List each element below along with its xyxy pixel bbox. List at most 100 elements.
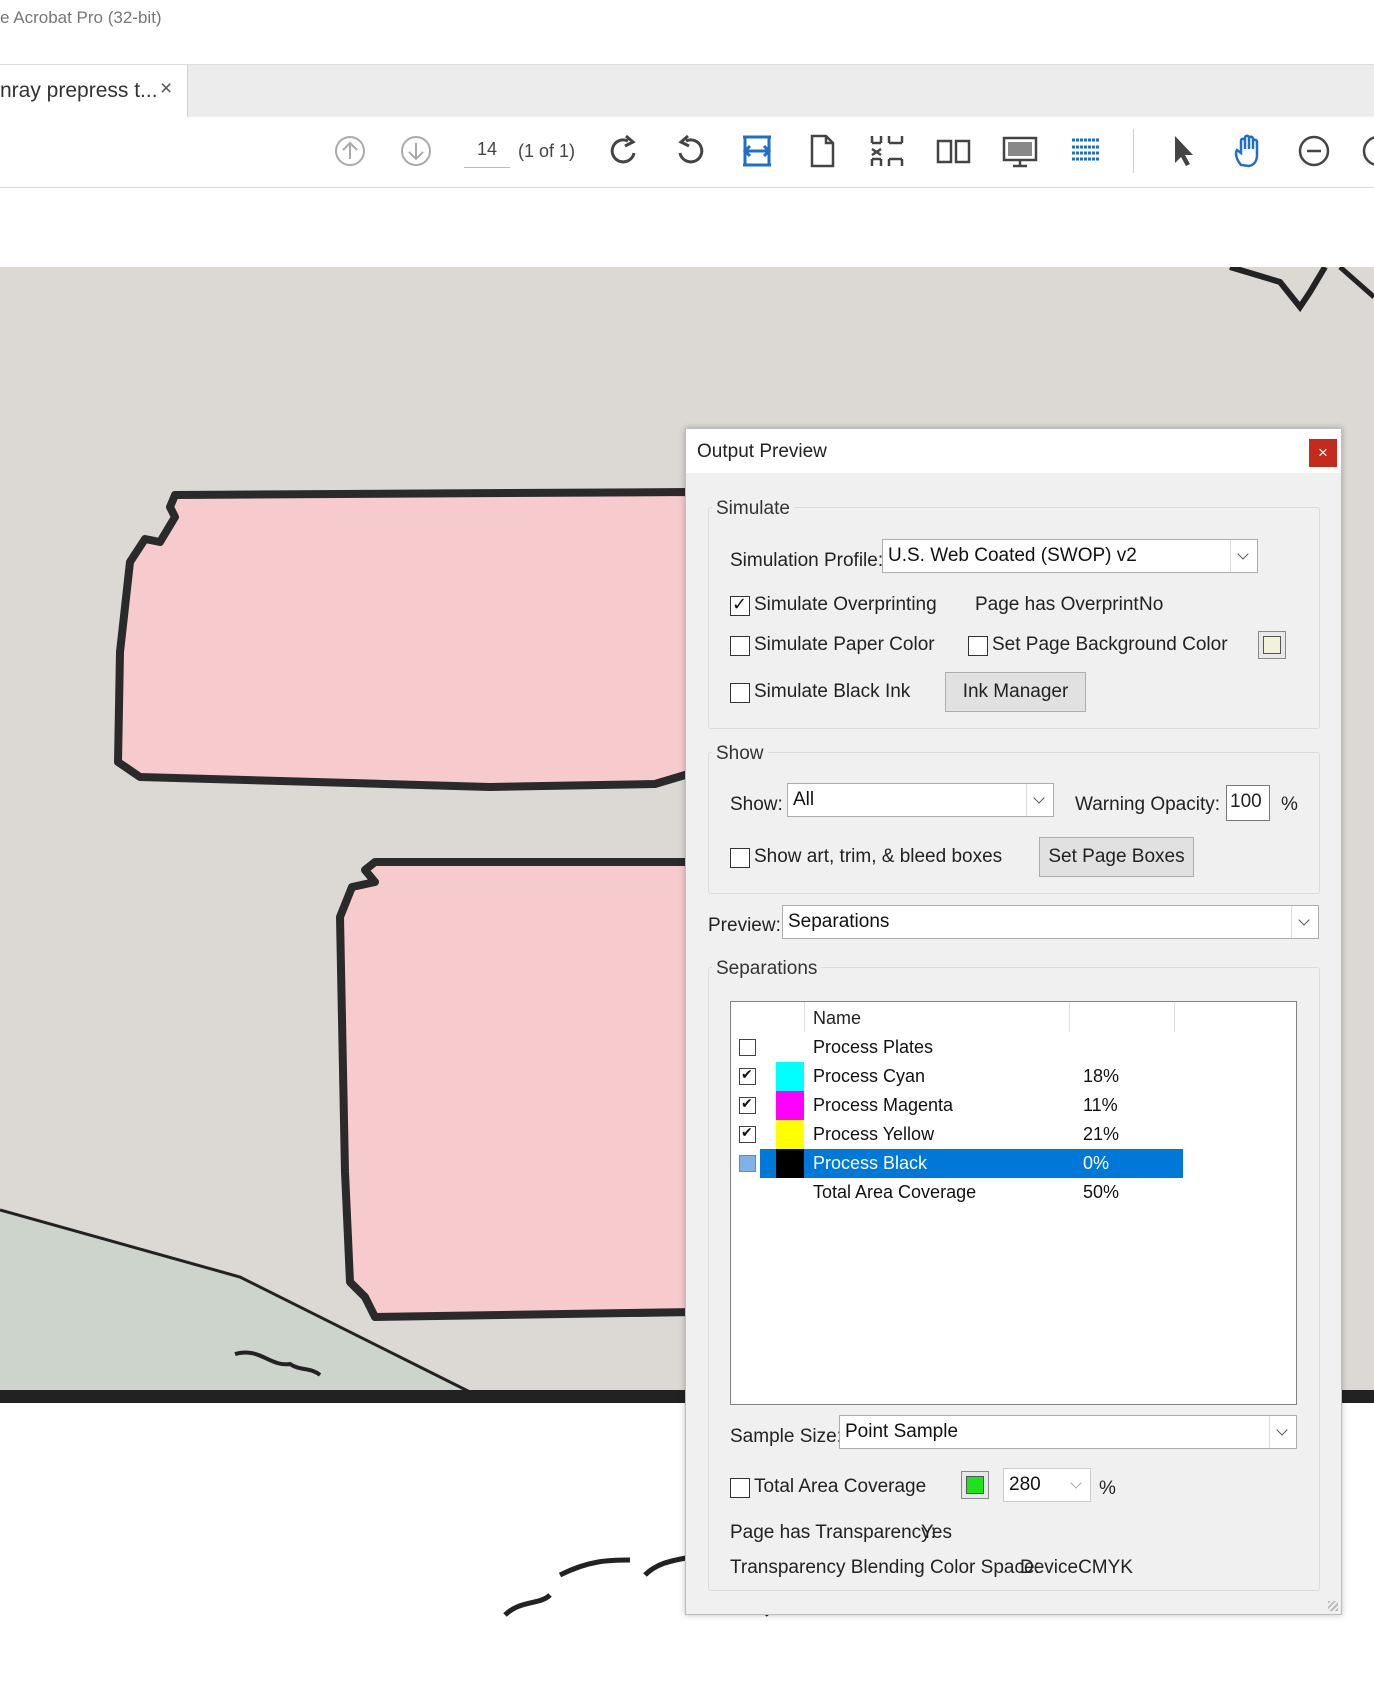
separation-row-cyan[interactable]: Process Cyan 18% [731,1062,1296,1091]
simulate-paper-color-checkbox[interactable] [730,636,750,656]
magenta-swatch [776,1091,804,1120]
separation-name: Process Magenta [813,1095,954,1115]
simulate-paper-color-label[interactable]: Simulate Paper Color [754,634,935,656]
warning-opacity-percent: % [1281,794,1298,815]
preview-select[interactable]: Separations [782,905,1319,939]
rotate-ccw-icon[interactable] [670,131,710,171]
simulate-black-ink-label[interactable]: Simulate Black Ink [754,681,910,703]
separation-row-black[interactable]: Process Black 0% [731,1149,1296,1178]
transparency-value: Yes [921,1522,952,1543]
chevron-down-icon [1230,540,1257,572]
column-header-name[interactable]: Name [804,1002,1070,1032]
separation-checkbox-yellow[interactable] [739,1124,756,1143]
show-boxes-checkbox[interactable] [730,848,750,868]
page-count: (1 of 1) [518,141,576,161]
fit-page-icon[interactable] [867,131,907,171]
select-arrow-icon[interactable] [1163,131,1203,171]
toolbar-divider [1133,129,1134,173]
background-color-swatch[interactable] [1258,631,1286,659]
yellow-swatch [776,1120,804,1149]
set-page-bg-color-checkbox[interactable] [968,636,988,656]
separation-checkbox-magenta[interactable] [739,1095,756,1114]
next-page-icon[interactable] [396,131,436,171]
sample-size-value: Point Sample [845,1421,959,1442]
separation-percent: 50% [1083,1182,1120,1202]
separation-name: Process Yellow [813,1124,935,1144]
window-title: e Acrobat Pro (32-bit) [0,8,162,27]
zoom-out-icon[interactable] [1294,131,1334,171]
column-header-check [731,1002,805,1032]
fit-width-icon[interactable] [737,131,777,171]
window-titlebar: e Acrobat Pro (32-bit) [0,0,1374,34]
warning-opacity-label: Warning Opacity: [1075,794,1221,815]
blending-value: DeviceCMYK [1020,1557,1133,1578]
separation-row-plates[interactable]: Process Plates [731,1033,1296,1062]
show-group [708,752,1320,894]
simulation-profile-value: U.S. Web Coated (SWOP) v2 [888,545,1137,566]
coverage-limit-select: 280 [1003,1468,1091,1502]
preview-value: Separations [788,911,890,932]
simulation-profile-label: Simulation Profile: [730,550,884,571]
coverage-color-fill [966,1476,984,1494]
set-page-bg-color-label[interactable]: Set Page Background Color [992,634,1228,656]
prev-page-icon[interactable] [330,131,370,171]
resize-grip-icon[interactable] [1328,1601,1338,1611]
warning-opacity-input[interactable]: 100 [1226,785,1270,821]
sample-size-select[interactable]: Point Sample [839,1415,1297,1449]
chevron-down-icon [1269,1416,1296,1448]
simulate-legend: Simulate [712,498,794,520]
chevron-down-icon [1026,784,1053,816]
show-value: All [793,789,815,810]
preview-label: Preview: [708,915,781,936]
coverage-limit-value: 280 [1009,1474,1041,1495]
dialog-close-button[interactable]: × [1309,439,1337,467]
hand-tool-icon[interactable] [1229,131,1269,171]
column-header-name-label: Name [813,1008,862,1028]
sample-size-label: Sample Size: [730,1426,842,1447]
page-number-input[interactable]: 14 [464,139,510,168]
show-select[interactable]: All [787,783,1054,817]
separation-percent: 0% [1083,1153,1110,1173]
separation-checkbox-black[interactable] [739,1155,756,1172]
scroll-mode-icon[interactable] [1066,131,1106,171]
separation-name: Process Black [813,1153,928,1173]
background-color-fill [1263,636,1281,654]
warning-opacity-value: 100 [1230,791,1262,812]
dialog-titlebar[interactable]: Output Preview [686,429,1341,473]
set-page-boxes-button[interactable]: Set Page Boxes [1039,837,1194,877]
separations-list[interactable]: Name Process Plates Process Cyan 18% Pro… [730,1001,1297,1405]
separation-row-magenta[interactable]: Process Magenta 11% [731,1091,1296,1120]
total-area-coverage-label[interactable]: Total Area Coverage [754,1476,926,1498]
separation-checkbox-cyan[interactable] [739,1066,756,1085]
total-area-coverage-checkbox[interactable] [730,1478,750,1498]
tab-close-icon[interactable]: × [160,77,172,101]
separation-percent: 11% [1083,1095,1118,1115]
simulate-overprinting-label[interactable]: Simulate Overprinting [754,594,937,616]
simulation-profile-select[interactable]: U.S. Web Coated (SWOP) v2 [882,539,1258,573]
chevron-down-icon [1064,1469,1090,1501]
separation-name: Total Area Coverage [813,1182,977,1202]
separations-legend: Separations [712,958,822,980]
simulate-overprinting-checkbox[interactable] [730,594,750,616]
separation-row-yellow[interactable]: Process Yellow 21% [731,1120,1296,1149]
coverage-color-swatch[interactable] [961,1471,989,1499]
two-page-icon[interactable] [934,131,974,171]
document-tab-label: nray prepress t... [0,79,158,102]
separation-checkbox-plates[interactable] [739,1039,756,1056]
separation-name: Process Cyan [813,1066,926,1086]
separation-name: Process Plates [813,1037,934,1057]
single-page-icon[interactable] [802,131,842,171]
separation-percent: 21% [1083,1124,1120,1144]
zoom-in-icon[interactable] [1358,131,1374,171]
show-boxes-label[interactable]: Show art, trim, & bleed boxes [754,846,1002,868]
presentation-icon[interactable] [1000,131,1040,171]
document-tab[interactable]: nray prepress t... × [0,65,188,118]
simulate-black-ink-checkbox[interactable] [730,683,750,703]
separation-row-total: Total Area Coverage 50% [731,1178,1296,1207]
ink-manager-button[interactable]: Ink Manager [945,672,1086,712]
blending-label: Transparency Blending Color Space: [730,1557,1040,1578]
output-preview-dialog: Output Preview × Simulate Simulation Pro… [685,428,1342,1615]
cyan-swatch [776,1062,804,1091]
coverage-percent: % [1099,1478,1116,1499]
rotate-cw-icon[interactable] [604,131,644,171]
